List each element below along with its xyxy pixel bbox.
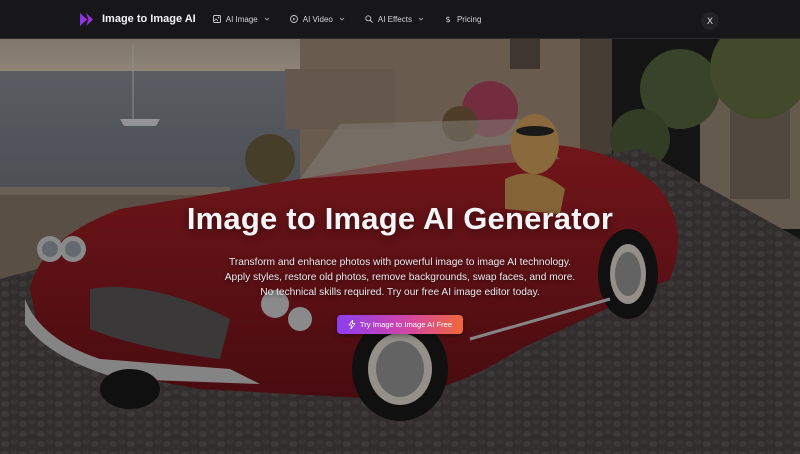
video-play-icon [289,15,298,23]
top-navbar: Image to Image AI AI Image AI Video AI E… [0,0,800,39]
menu-item-label: Pricing [456,14,482,24]
menu-item-ai-image[interactable]: AI Image [212,14,270,24]
try-free-button-label: Try Image to Image AI Free [359,320,453,329]
menu-item-label: AI Image [225,14,258,24]
menu-item-pricing[interactable]: $ Pricing [444,15,481,24]
brand-logo-icon [80,12,95,26]
hero-description: Transform and enhance photos with powerf… [200,255,600,300]
try-free-button[interactable]: Try Image to Image AI Free [337,315,463,334]
hero-dim-overlay [0,39,800,454]
hero-section: Image to Image AI Generator Transform an… [0,39,800,454]
hero-title: Image to Image AI Generator [186,201,614,236]
brand-name: Image to Image AI [102,13,196,25]
chevron-down-icon [264,16,270,22]
hero-description-line: No technical skills required. Try our fr… [260,287,540,298]
main-menu: AI Image AI Video AI Effects $ Pricing [212,14,502,24]
hero-description-line: Transform and enhance photos with powerf… [228,257,572,268]
chevron-down-icon [418,16,424,22]
menu-item-label: AI Video [302,14,333,24]
menu-item-label: AI Effects [377,14,412,24]
close-button[interactable]: X [701,12,719,30]
svg-text:$: $ [445,15,450,23]
dollar-icon: $ [444,15,452,23]
brand-link[interactable]: Image to Image AI [80,12,196,26]
menu-item-ai-video[interactable]: AI Video [289,14,345,24]
lightning-icon [348,320,356,329]
chevron-down-icon [339,16,345,22]
image-icon [212,15,221,23]
wand-icon [365,15,373,23]
hero-description-line: Apply styles, restore old photos, remove… [224,272,576,283]
menu-item-ai-effects[interactable]: AI Effects [365,15,424,24]
